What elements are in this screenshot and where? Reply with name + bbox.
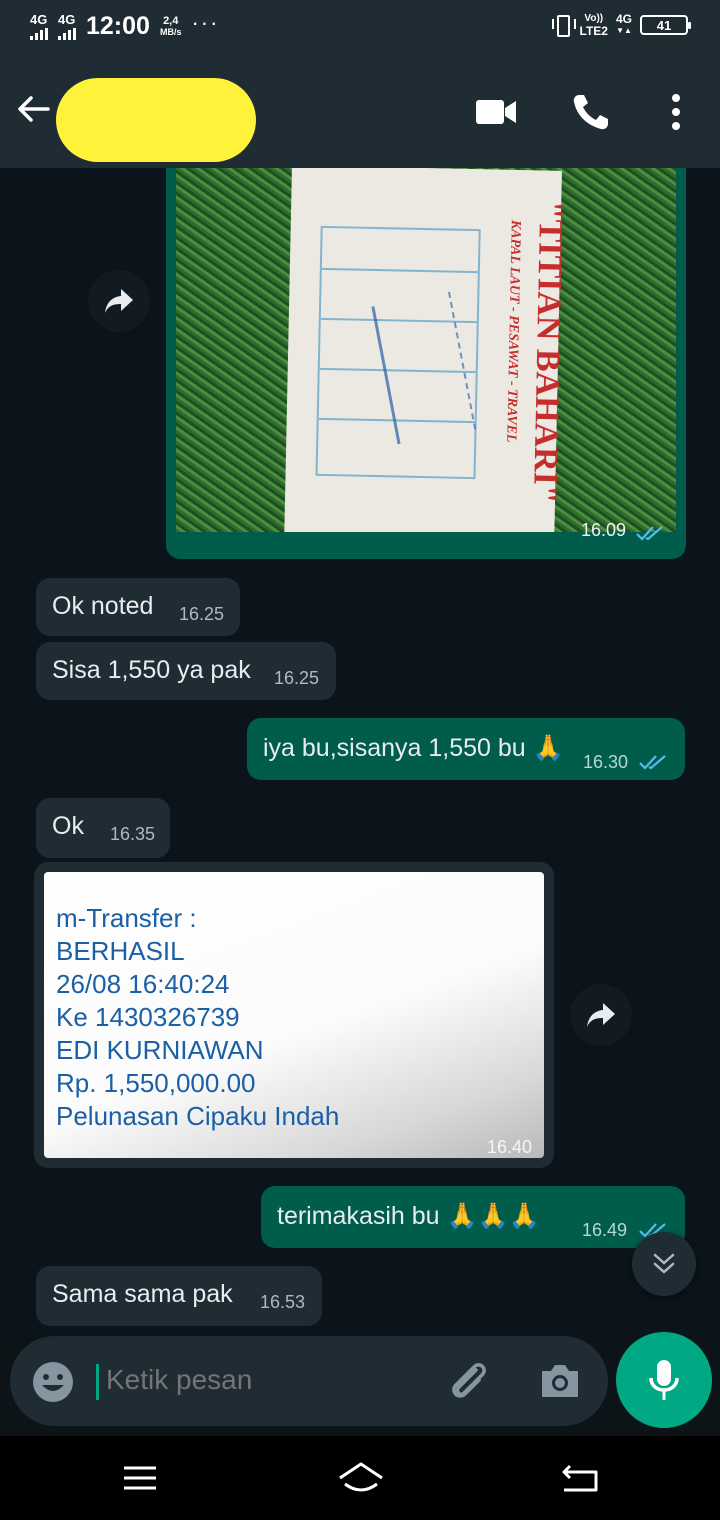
image-message-transfer[interactable]: m-Transfer : BERHASIL 26/08 16:40:24 Ke … xyxy=(34,862,554,1168)
speed-unit: MB/s xyxy=(159,26,182,37)
microphone-icon xyxy=(649,1360,679,1400)
message-text: terimakasih bu 🙏🙏🙏 xyxy=(277,1202,540,1230)
text-cursor xyxy=(96,1364,99,1400)
transfer-line: EDI KURNIAWAN xyxy=(56,1035,264,1065)
forward-icon xyxy=(587,1003,615,1027)
ticket-photo: "TITIAN BAHARI" KAPAL LAUT - PESAWAT - T… xyxy=(176,168,676,532)
data-network-type: 4G xyxy=(615,12,632,26)
status-clock: 12:00 xyxy=(86,12,150,40)
forward-button[interactable] xyxy=(88,270,150,332)
ticket-paper: "TITIAN BAHARI" KAPAL LAUT - PESAWAT - T… xyxy=(284,168,569,532)
back-nav-icon[interactable] xyxy=(558,1460,602,1496)
message-text: Ok xyxy=(52,812,84,840)
data-indicator: 4G ▼▲ xyxy=(616,13,632,37)
emoji-icon[interactable] xyxy=(32,1361,74,1403)
signal-bars-icon xyxy=(58,28,76,40)
transfer-details: m-Transfer : BERHASIL 26/08 16:40:24 Ke … xyxy=(56,902,339,1133)
menu-icon[interactable] xyxy=(118,1460,162,1496)
incoming-message[interactable]: Sama sama pak 16.53 xyxy=(36,1266,322,1326)
message-time: 16.53 xyxy=(260,1292,306,1312)
voice-message-button[interactable] xyxy=(616,1332,712,1428)
message-text: iya bu,sisanya 1,550 bu 🙏 xyxy=(263,734,564,762)
outgoing-message[interactable]: terimakasih bu 🙏🙏🙏 16.49 xyxy=(261,1186,685,1248)
message-time: 16.40 xyxy=(486,1137,532,1157)
image-message-ticket[interactable]: "TITIAN BAHARI" KAPAL LAUT - PESAWAT - T… xyxy=(166,168,686,559)
more-vert-icon[interactable] xyxy=(656,92,696,132)
network-speed: 2,4 MB/s xyxy=(159,14,182,38)
data-arrows-icon: ▼▲ xyxy=(616,26,632,35)
lte-label: LTE2 xyxy=(579,24,608,38)
signal-indicator-1: 4G xyxy=(30,13,48,40)
phone-call-icon[interactable] xyxy=(570,92,614,132)
message-text: Sama sama pak xyxy=(52,1280,233,1308)
forward-button[interactable] xyxy=(570,984,632,1046)
signal-bars-icon xyxy=(30,28,48,40)
video-call-icon[interactable] xyxy=(474,92,518,132)
message-text: Ok noted xyxy=(52,592,154,620)
message-time: 16.49 xyxy=(582,1220,628,1240)
message-time: 16.30 xyxy=(583,752,629,772)
battery-level: 41 xyxy=(656,17,672,33)
message-text: Sisa 1,550 ya pak xyxy=(52,656,251,684)
signal-indicator-2: 4G xyxy=(58,13,76,40)
message-composer xyxy=(10,1336,608,1426)
message-input[interactable] xyxy=(106,1364,426,1396)
ticket-subtitle: KAPAL LAUT - PESAWAT - TRAVEL xyxy=(503,219,523,443)
message-list[interactable]: "TITIAN BAHARI" KAPAL LAUT - PESAWAT - T… xyxy=(0,168,720,1336)
more-notifications-icon: ··· xyxy=(191,9,220,35)
outgoing-message[interactable]: iya bu,sisanya 1,550 bu 🙏 16.30 xyxy=(247,718,685,780)
transfer-line: Pelunasan Cipaku Indah xyxy=(56,1101,340,1131)
read-ticks-icon xyxy=(636,526,663,541)
back-arrow-icon[interactable] xyxy=(16,92,50,126)
chat-header xyxy=(0,56,720,168)
network-type-1: 4G xyxy=(30,12,48,27)
volte-indicator: Vo)) LTE2 xyxy=(580,13,608,37)
transfer-line: BERHASIL xyxy=(56,936,185,966)
read-ticks-icon xyxy=(639,755,666,770)
message-time: 16.25 xyxy=(179,604,225,624)
system-navigation-bar xyxy=(0,1436,720,1520)
incoming-message[interactable]: Ok 16.35 xyxy=(36,798,170,858)
transfer-line: Ke 1430326739 xyxy=(56,1002,240,1032)
incoming-message[interactable]: Sisa 1,550 ya pak 16.25 xyxy=(36,642,336,700)
attach-icon[interactable] xyxy=(446,1360,492,1406)
contact-name-redacted[interactable] xyxy=(56,78,256,162)
vibrate-icon xyxy=(551,14,576,37)
camera-icon[interactable] xyxy=(538,1361,582,1401)
status-bar: 4G 4G 12:00 2,4 MB/s ··· Vo)) LTE2 4G ▼▲… xyxy=(0,0,720,56)
message-time: 16.35 xyxy=(110,824,156,844)
message-time: 16.25 xyxy=(274,668,320,688)
transfer-screenshot: m-Transfer : BERHASIL 26/08 16:40:24 Ke … xyxy=(44,872,544,1158)
battery-icon: 41 xyxy=(640,15,691,35)
message-time: 16.09 xyxy=(580,520,626,540)
speed-value: 2,4 xyxy=(163,14,179,27)
home-icon[interactable] xyxy=(336,1460,386,1496)
transfer-line: Rp. 1,550,000.00 xyxy=(56,1068,256,1098)
forward-icon xyxy=(105,289,133,313)
incoming-message[interactable]: Ok noted 16.25 xyxy=(36,578,240,636)
network-type-2: 4G xyxy=(58,12,76,27)
transfer-line: 26/08 16:40:24 xyxy=(56,969,230,999)
transfer-line: m-Transfer : xyxy=(56,903,197,933)
chevron-double-down-icon xyxy=(653,1253,675,1274)
scroll-to-bottom-button[interactable] xyxy=(632,1232,696,1296)
ticket-company-name: "TITIAN BAHARI" xyxy=(525,200,570,505)
